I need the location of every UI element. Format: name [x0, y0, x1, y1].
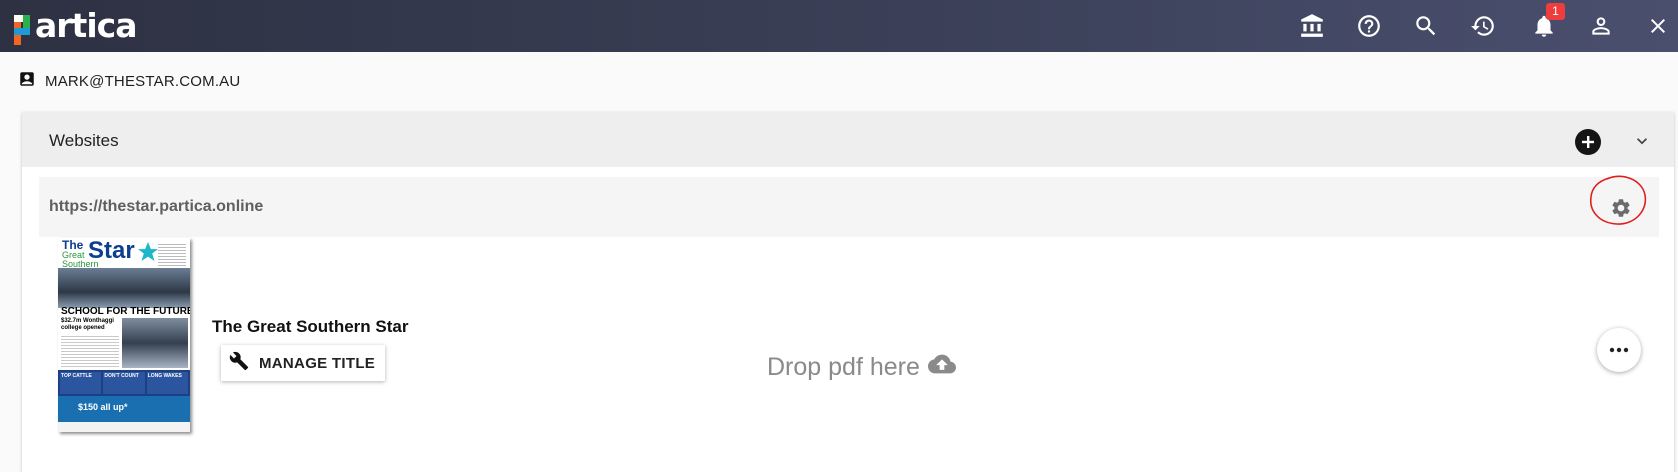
cover-masthead-star: Star — [88, 238, 135, 264]
cover-promo-3: LONG WAKES — [146, 372, 188, 394]
drop-pdf-label: Drop pdf here — [767, 353, 920, 381]
website-row: https://thestar.partica.online — [39, 175, 1659, 237]
chevron-down-icon[interactable] — [1632, 131, 1652, 151]
close-icon[interactable] — [1642, 10, 1674, 42]
notification-badge: 1 — [1546, 3, 1565, 20]
cover-photo-students — [122, 318, 188, 368]
plus-icon — [1582, 136, 1594, 148]
website-url[interactable]: https://thestar.partica.online — [49, 198, 263, 216]
websites-panel-header[interactable]: Websites — [22, 112, 1674, 167]
logo-text: artica — [35, 6, 137, 45]
history-icon[interactable] — [1467, 10, 1499, 42]
add-website-button[interactable] — [1575, 129, 1601, 155]
cover-subhead: $32.7m Wonthaggi college opened — [61, 318, 114, 331]
help-icon[interactable] — [1353, 10, 1385, 42]
cover-promo-1: TOP CATTLE — [60, 372, 102, 394]
contact-card-icon — [18, 70, 36, 93]
manage-title-label: MANAGE TITLE — [259, 354, 376, 372]
partica-logo[interactable]: artica — [12, 6, 137, 46]
account-icon[interactable] — [1585, 10, 1617, 42]
pdf-drop-zone[interactable]: Drop pdf here — [767, 350, 956, 385]
cloud-upload-icon — [927, 350, 956, 385]
user-account-line: MARK@THESTAR.COM.AU — [18, 70, 240, 93]
search-icon[interactable] — [1410, 10, 1442, 42]
notifications-icon[interactable]: 1 — [1528, 3, 1565, 42]
more-options-button[interactable] — [1597, 328, 1641, 372]
publication-cover-thumbnail[interactable]: The Great Southern Star SCHOOL FOR THE F… — [58, 238, 190, 432]
publication-title: The Great Southern Star — [212, 317, 409, 336]
logo-p-mark — [12, 10, 34, 46]
more-horizontal-icon — [1609, 347, 1629, 353]
cover-headline: SCHOOL FOR THE FUTURE — [61, 306, 190, 317]
manage-title-button[interactable]: MANAGE TITLE — [221, 345, 386, 381]
gear-icon[interactable] — [1610, 197, 1632, 219]
bank-icon[interactable] — [1296, 10, 1328, 42]
star-icon — [138, 242, 158, 261]
user-email: MARK@THESTAR.COM.AU — [45, 73, 241, 90]
cover-ad-text: $150 all up* — [78, 402, 128, 412]
cover-promo-2: DON'T COUNT — [103, 372, 145, 394]
wrench-icon — [229, 351, 249, 376]
websites-panel-title: Websites — [49, 131, 119, 150]
top-app-bar: artica 1 — [0, 0, 1678, 52]
cover-photo-crowd — [58, 268, 190, 308]
websites-panel: Websites https://thestar.partica.online … — [22, 112, 1674, 472]
